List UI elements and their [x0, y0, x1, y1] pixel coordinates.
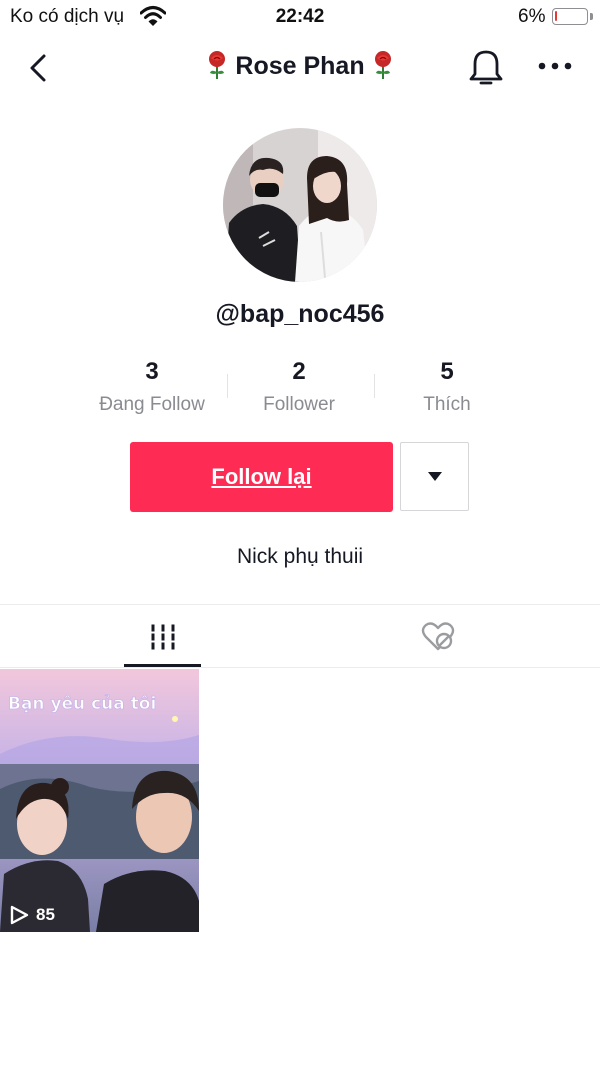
video-thumbnail[interactable]: Bạn yêu của tôi 85 — [0, 669, 199, 932]
battery-icon — [552, 8, 588, 25]
stat-followers-label: Follower — [263, 394, 335, 415]
stat-likes-label: Thích — [423, 394, 471, 415]
more-options-icon[interactable] — [536, 58, 574, 74]
divider — [0, 667, 600, 668]
play-icon — [10, 905, 29, 925]
bell-icon[interactable] — [466, 46, 506, 88]
tab-liked-hidden[interactable] — [288, 606, 588, 668]
battery-level — [555, 11, 557, 21]
stat-followers-count: 2 — [292, 358, 306, 385]
suggested-accounts-dropdown-button[interactable] — [400, 442, 469, 511]
status-bar: Ko có dịch vụ 22:42 6% — [0, 0, 600, 34]
page-title: Rose Phan — [150, 50, 450, 81]
stat-likes-count: 5 — [440, 358, 454, 385]
grid-icon — [151, 624, 175, 650]
back-arrow-icon[interactable] — [22, 48, 58, 88]
battery-tip — [590, 13, 593, 20]
divider — [0, 604, 600, 605]
stat-followers[interactable]: 2 Follower — [219, 358, 379, 416]
profile-bio: Nick phụ thuii — [236, 545, 364, 568]
tab-videos[interactable] — [13, 606, 313, 668]
username: @bap_noc456 — [215, 300, 385, 328]
stat-following[interactable]: 3 Đang Follow — [72, 358, 232, 416]
hidden-likes-heart-icon — [421, 622, 455, 651]
follow-back-button[interactable]: Follow lại — [130, 442, 393, 512]
avatar[interactable] — [223, 128, 377, 282]
battery-percentage: 6% — [518, 6, 546, 27]
caret-down-icon — [427, 472, 442, 481]
rose-icon — [209, 51, 226, 79]
video-overlay-text: Bạn yêu của tôi — [8, 694, 156, 714]
video-view-count: 85 — [36, 905, 55, 924]
rose-icon — [374, 51, 391, 79]
page-title-text: Rose Phan — [235, 52, 365, 80]
follow-back-label: Follow lại — [211, 464, 312, 489]
stat-likes: 5 Thích — [367, 358, 527, 416]
video-play-count: 85 — [8, 904, 55, 926]
video-thumbnail-image: Bạn yêu của tôi — [0, 669, 199, 932]
stat-following-label: Đang Follow — [99, 394, 205, 415]
clock: 22:42 — [275, 6, 325, 27]
stat-following-count: 3 — [145, 358, 159, 385]
